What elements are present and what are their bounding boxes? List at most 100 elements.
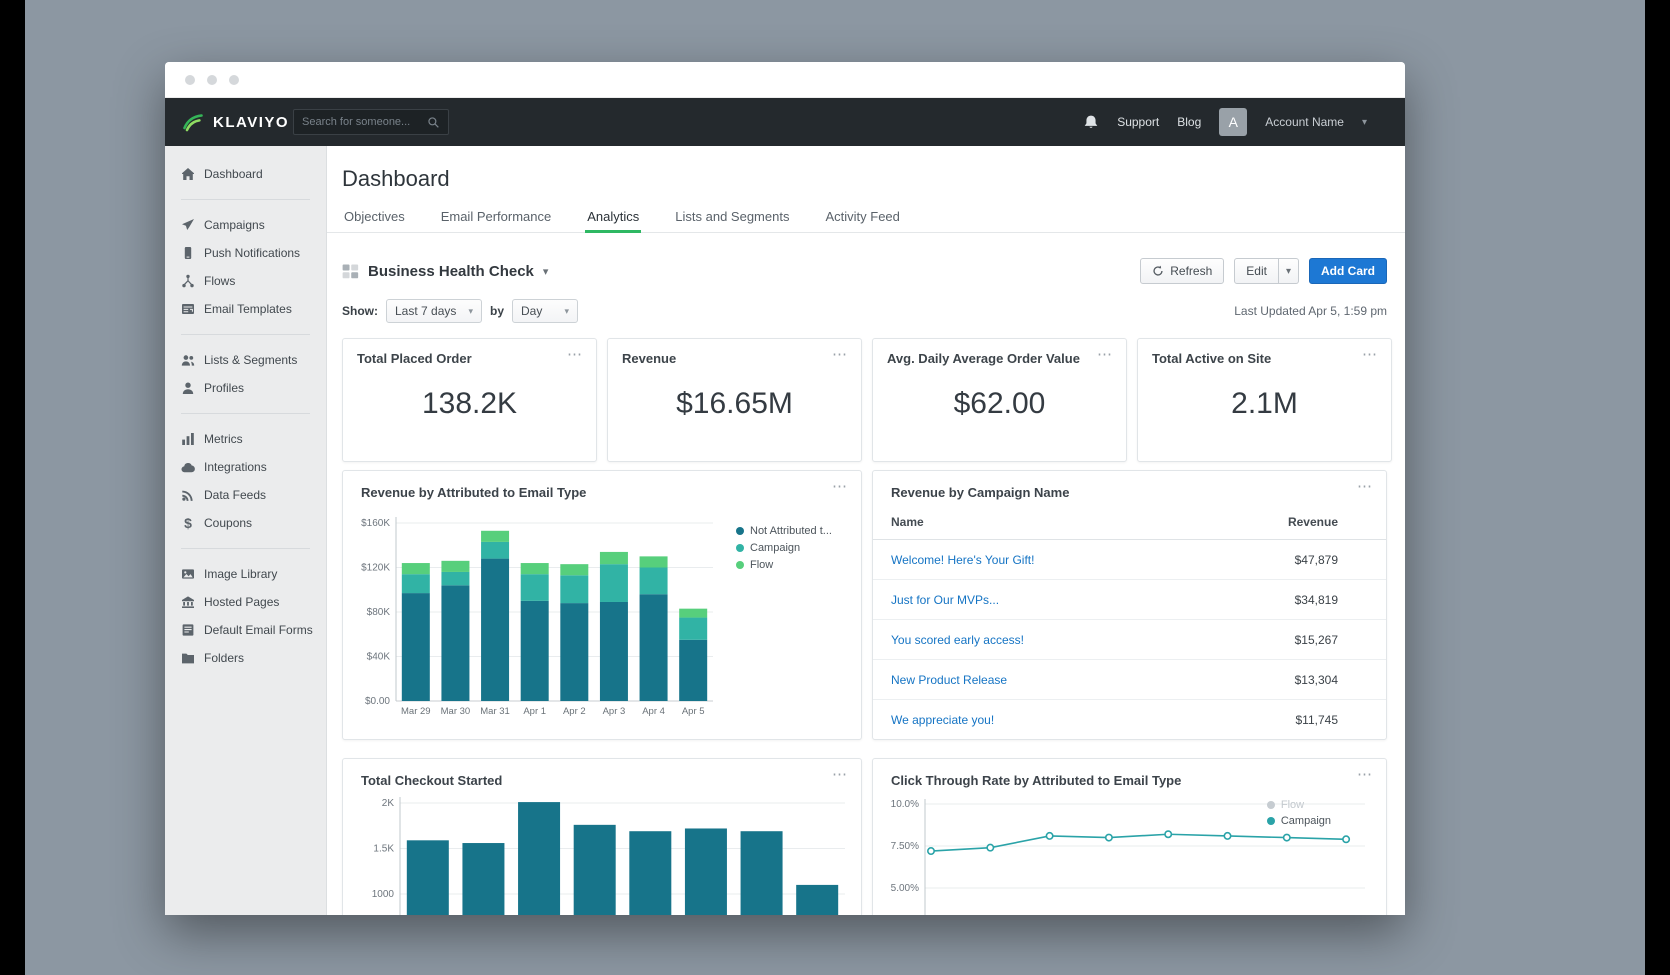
board-switcher[interactable]: Business Health Check ▾ [342, 263, 548, 280]
window-control-dot[interactable] [185, 75, 195, 85]
chart-legend: Flow Campaign [1267, 799, 1331, 827]
campaign-row[interactable]: New Product Release$13,304 [873, 660, 1386, 700]
card-menu-icon[interactable]: ⋯ [832, 477, 849, 495]
search-icon [427, 116, 440, 129]
search-input[interactable]: Search for someone... [293, 109, 449, 135]
card-title: Revenue [622, 351, 676, 366]
svg-text:Apr 3: Apr 3 [603, 706, 626, 717]
legend-dot [1267, 817, 1275, 825]
folder-icon [181, 651, 195, 665]
filter-bar: Show: Last 7 days ▾ by Day ▾ Last Update… [342, 299, 1387, 323]
card-menu-icon[interactable]: ⋯ [1357, 765, 1374, 783]
card-menu-icon[interactable]: ⋯ [1357, 477, 1374, 495]
legend-item-not-attributed-t[interactable]: Not Attributed t... [736, 525, 832, 537]
card-menu-icon[interactable]: ⋯ [1097, 345, 1114, 363]
sidebar-item-lists-segments[interactable]: Lists & Segments [165, 346, 326, 374]
card-menu-icon[interactable]: ⋯ [832, 765, 849, 783]
window-control-dot[interactable] [207, 75, 217, 85]
sidebar-item-integrations[interactable]: Integrations [165, 453, 326, 481]
legend-item-campaign[interactable]: Campaign [736, 542, 832, 554]
legend-label: Not Attributed t... [750, 525, 832, 537]
sidebar: Dashboard Campaigns Push Notifications Flow… [165, 146, 327, 915]
sidebar-item-default-email-forms[interactable]: Default Email Forms [165, 616, 326, 644]
column-header-revenue: Revenue [1288, 515, 1338, 529]
card-title: Revenue by Campaign Name [891, 485, 1069, 500]
svg-text:7.50%: 7.50% [891, 841, 919, 852]
sidebar-item-folders[interactable]: Folders [165, 644, 326, 672]
campaign-row[interactable]: We appreciate you!$11,745 [873, 700, 1386, 740]
edit-caret-button[interactable]: ▾ [1279, 258, 1299, 284]
campaign-link[interactable]: Welcome! Here's Your Gift! [891, 553, 1034, 567]
campaign-row[interactable]: Just for Our MVPs...$34,819 [873, 580, 1386, 620]
avatar[interactable]: A [1219, 108, 1247, 136]
svg-text:Apr 4: Apr 4 [642, 706, 665, 717]
tab-analytics[interactable]: Analytics [585, 204, 641, 233]
svg-text:Mar 31: Mar 31 [480, 706, 510, 717]
window-control-dot[interactable] [229, 75, 239, 85]
svg-text:$80K: $80K [367, 607, 391, 618]
flow-icon [181, 274, 195, 288]
add-card-button[interactable]: Add Card [1309, 258, 1387, 284]
card-menu-icon[interactable]: ⋯ [832, 345, 849, 363]
account-name[interactable]: Account Name [1265, 115, 1344, 129]
legend-item-campaign[interactable]: Campaign [1267, 815, 1331, 827]
brand-name: KLAVIYO [213, 114, 289, 131]
edit-button[interactable]: Edit [1234, 258, 1279, 284]
notifications-bell-icon[interactable] [1083, 114, 1099, 130]
window-titlebar [165, 62, 1405, 98]
sidebar-item-profiles[interactable]: Profiles [165, 374, 326, 402]
nav-link-support[interactable]: Support [1117, 115, 1159, 129]
sidebar-item-label: Image Library [204, 567, 277, 581]
refresh-icon [1152, 265, 1164, 277]
interval-value: Day [521, 304, 542, 318]
top-navbar: KLAVIYO Search for someone... Support Bl… [165, 98, 1405, 146]
sidebar-item-flows[interactable]: Flows [165, 267, 326, 295]
card-title: Avg. Daily Average Order Value [887, 351, 1080, 366]
sidebar-item-data-feeds[interactable]: Data Feeds [165, 481, 326, 509]
dashboard-toolbar: Business Health Check ▾ Refresh Edit ▾ A… [342, 258, 1387, 284]
interval-select[interactable]: Day ▾ [512, 299, 578, 323]
campaign-link[interactable]: New Product Release [891, 673, 1007, 687]
card-menu-icon[interactable]: ⋯ [1362, 345, 1379, 363]
tab-lists-and-segments[interactable]: Lists and Segments [673, 204, 791, 233]
svg-text:$160K: $160K [361, 518, 390, 529]
campaign-link[interactable]: We appreciate you! [891, 713, 994, 727]
sidebar-item-email-templates[interactable]: Email Templates [165, 295, 326, 323]
legend-item-flow[interactable]: Flow [736, 559, 832, 571]
campaign-row[interactable]: Welcome! Here's Your Gift!$47,879 [873, 540, 1386, 580]
select-caret-icon: ▾ [564, 306, 569, 317]
card-menu-icon[interactable]: ⋯ [567, 345, 584, 363]
tab-objectives[interactable]: Objectives [342, 204, 407, 233]
card-title: Total Active on Site [1152, 351, 1271, 366]
sidebar-item-metrics[interactable]: Metrics [165, 425, 326, 453]
svg-text:$120K: $120K [361, 563, 390, 574]
tab-activity-feed[interactable]: Activity Feed [823, 204, 901, 233]
klaviyo-brand[interactable]: KLAVIYO [181, 98, 289, 146]
sidebar-item-campaigns[interactable]: Campaigns [165, 211, 326, 239]
campaign-link[interactable]: You scored early access! [891, 633, 1024, 647]
svg-text:1.5K: 1.5K [373, 844, 394, 855]
send-icon [181, 218, 195, 232]
sidebar-item-hosted-pages[interactable]: Hosted Pages [165, 588, 326, 616]
sidebar-item-dashboard[interactable]: Dashboard [165, 160, 326, 188]
date-range-select[interactable]: Last 7 days ▾ [386, 299, 482, 323]
card-revenue-by-email-type: Revenue by Attributed to Email Type ⋯ $0… [342, 470, 862, 740]
refresh-button[interactable]: Refresh [1140, 258, 1224, 284]
legend-item-flow[interactable]: Flow [1267, 799, 1331, 811]
sidebar-item-label: Push Notifications [204, 246, 300, 260]
legend-label: Flow [1281, 799, 1304, 811]
sidebar-item-image-library[interactable]: Image Library [165, 560, 326, 588]
legend-dot [736, 561, 744, 569]
sidebar-item-push-notifications[interactable]: Push Notifications [165, 239, 326, 267]
account-caret-icon[interactable]: ▾ [1362, 117, 1367, 128]
tab-email-performance[interactable]: Email Performance [439, 204, 554, 233]
nav-link-blog[interactable]: Blog [1177, 115, 1201, 129]
campaign-row[interactable]: You scored early access!$15,267 [873, 620, 1386, 660]
mobile-icon [181, 246, 195, 260]
chart-row-bottom: Total Checkout Started ⋯ 2K1.5K1000Mar 2… [342, 758, 1387, 915]
sidebar-item-coupons[interactable]: $Coupons [165, 509, 326, 537]
sidebar-divider [181, 334, 310, 335]
legend-dot [736, 527, 744, 535]
svg-text:$: $ [184, 516, 192, 530]
campaign-link[interactable]: Just for Our MVPs... [891, 593, 999, 607]
